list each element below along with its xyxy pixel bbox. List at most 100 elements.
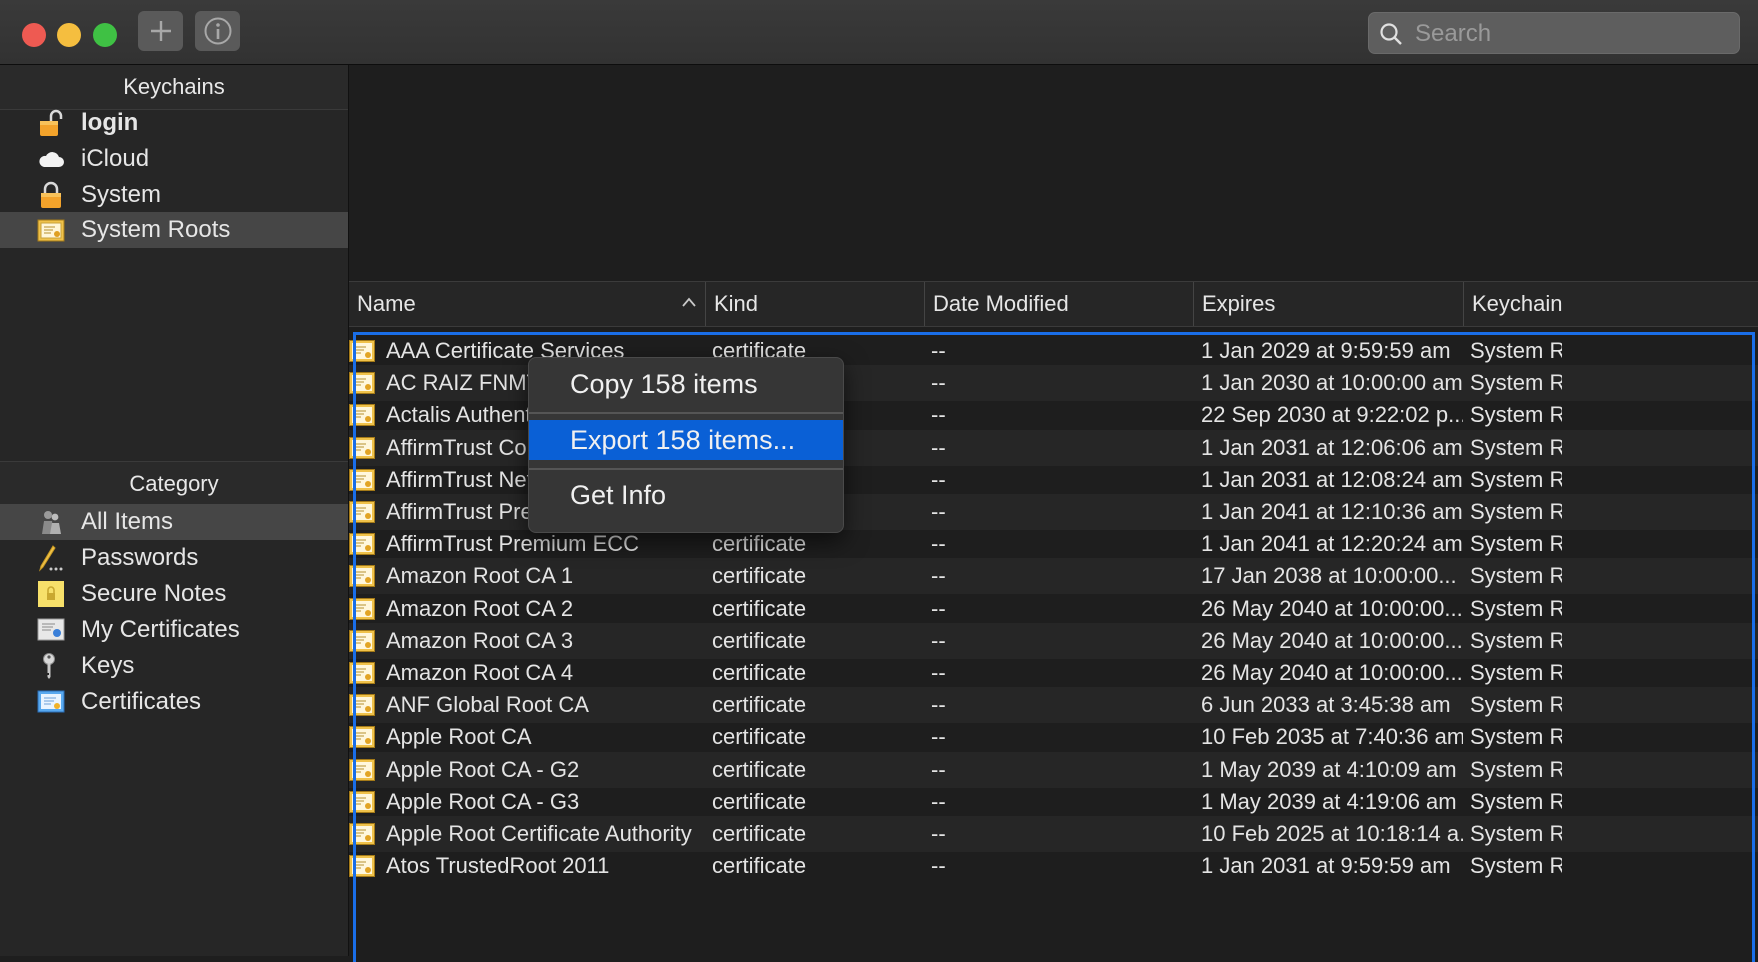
- context-menu: Copy 158 items Export 158 items... Get I…: [528, 357, 844, 533]
- search-field[interactable]: [1368, 12, 1740, 54]
- column-header-name[interactable]: Name: [349, 282, 706, 326]
- certificate-icon: [349, 629, 375, 652]
- cell-keychain: System Roots: [1470, 466, 1562, 492]
- keychain-label: iCloud: [81, 145, 150, 172]
- people-icon: [42, 511, 61, 534]
- info-icon: [204, 17, 231, 45]
- column-header-expires[interactable]: Expires: [1194, 282, 1464, 326]
- table-row[interactable]: Apple Root Certificate Authority certific…: [349, 816, 1758, 852]
- cell-keychain: System Roots: [1470, 338, 1562, 363]
- table-row[interactable]: Atos TrustedRoot 2011 certificate -- 1 Jan …: [349, 848, 1758, 884]
- menu-item-get-info[interactable]: Get Info: [529, 475, 843, 515]
- certificate-icon: [349, 404, 375, 427]
- cell-name: Atos TrustedRoot 2011: [386, 853, 610, 879]
- cell-expires: 1 Jan 2041 at 12:20:24 am: [1201, 531, 1463, 557]
- cell-name: Apple Root CA - G3: [386, 788, 580, 814]
- cell-date-modified: --: [931, 788, 946, 814]
- table-row[interactable]: Amazon Root CA 2 certificate -- 26 May 2040…: [349, 591, 1758, 627]
- pen-icon: [39, 545, 63, 572]
- table-row[interactable]: Amazon Root CA 1 certificate -- 17 Jan 2038…: [349, 558, 1758, 595]
- column-header-date-modified[interactable]: Date Modified: [925, 282, 1194, 326]
- keychain-item-icloud[interactable]: iCloud: [0, 141, 348, 177]
- category-item-secure-notes[interactable]: Secure Notes: [0, 576, 348, 612]
- category-label: My Certificates: [81, 616, 240, 643]
- category-item-passwords[interactable]: Passwords: [0, 540, 348, 576]
- plus-icon: [150, 21, 171, 41]
- category-label: Secure Notes: [81, 580, 227, 607]
- cell-keychain: System Roots: [1470, 434, 1562, 460]
- cell-name: Amazon Root CA 2: [386, 595, 574, 621]
- cell-expires: 17 Jan 2038 at 10:00:00...: [1201, 563, 1457, 589]
- get-info-button[interactable]: [195, 11, 240, 51]
- category-item-all-items[interactable]: All Items: [0, 504, 348, 540]
- cloud-icon: [39, 152, 64, 167]
- cell-kind: certificate: [712, 660, 807, 685]
- cell-date-modified: --: [931, 756, 946, 782]
- category-item-keys[interactable]: Keys: [0, 648, 348, 684]
- table-row[interactable]: Amazon Root CA 3 certificate -- 26 May 2040…: [349, 622, 1758, 659]
- cell-kind: certificate: [712, 563, 807, 589]
- table-row[interactable]: Apple Root CA - G3 certificate -- 1 May 203…: [349, 784, 1758, 820]
- category-label: All Items: [81, 508, 174, 535]
- menu-separator: [529, 412, 843, 414]
- certificate-icon: [349, 533, 375, 556]
- cell-date-modified: --: [931, 853, 946, 879]
- cell-kind: certificate: [712, 756, 807, 782]
- column-label: Name: [357, 291, 416, 316]
- category-item-my-certificates[interactable]: My Certificates: [0, 612, 348, 648]
- cell-keychain: System Roots: [1470, 756, 1562, 782]
- cell-expires: 1 Jan 2031 at 12:08:24 am: [1201, 466, 1463, 492]
- table-row[interactable]: Apple Root CA - G2 certificate -- 1 May 203…: [349, 751, 1758, 788]
- cell-date-modified: --: [931, 402, 946, 428]
- column-header-keychain[interactable]: Keychain: [1464, 282, 1758, 326]
- close-window-button[interactable]: [22, 23, 46, 47]
- cell-keychain: System Roots: [1470, 563, 1562, 589]
- menu-item-export[interactable]: Export 158 items...: [529, 420, 843, 460]
- cell-expires: 1 Jan 2031 at 12:06:06 am: [1201, 434, 1463, 460]
- cell-name: Apple Root Certificate Authority: [386, 821, 692, 846]
- menu-item-copy[interactable]: Copy 158 items: [529, 364, 843, 404]
- keychain-item-system[interactable]: System: [0, 177, 348, 213]
- cell-keychain: System Roots: [1470, 595, 1562, 621]
- cell-expires: 22 Sep 2030 at 9:22:02 p...: [1201, 402, 1463, 428]
- search-input[interactable]: [1413, 17, 1727, 51]
- cell-expires: 26 May 2040 at 10:00:00...: [1201, 660, 1463, 685]
- certificate-icon: [349, 468, 375, 491]
- cell-expires: 26 May 2040 at 10:00:00...: [1201, 627, 1463, 653]
- minimize-window-button[interactable]: [57, 23, 81, 47]
- cell-date-modified: --: [931, 466, 946, 492]
- cell-name: Apple Root CA - G2: [386, 756, 580, 782]
- cell-date-modified: --: [931, 370, 946, 396]
- category-label: Keys: [81, 652, 135, 679]
- certificate-icon: [349, 662, 375, 684]
- my-certificate-icon: [37, 618, 65, 641]
- category-header: Category: [0, 461, 348, 507]
- column-label: Keychain: [1472, 291, 1563, 316]
- table-row[interactable]: Amazon Root CA 4 certificate -- 26 May 2040…: [349, 655, 1758, 691]
- cell-date-modified: --: [931, 821, 946, 846]
- cell-name: Amazon Root CA 1: [386, 563, 574, 589]
- column-header-kind[interactable]: Kind: [706, 282, 925, 326]
- cell-kind: certificate: [712, 595, 807, 621]
- cell-name: Apple Root CA: [386, 724, 532, 750]
- category-item-certificates[interactable]: Certificates: [0, 684, 348, 720]
- certificate-icon: [349, 597, 375, 620]
- certificate-icon: [349, 790, 375, 813]
- table-row[interactable]: ANF Global Root CA certificate -- 6 Jun 203…: [349, 687, 1758, 724]
- keychain-item-system-roots[interactable]: System Roots: [0, 212, 348, 248]
- cell-expires: 6 Jun 2033 at 3:45:38 am: [1201, 692, 1451, 718]
- search-icon: [1380, 23, 1402, 45]
- cell-expires: 10 Feb 2025 at 10:18:14 a...: [1201, 821, 1463, 846]
- table-row[interactable]: Apple Root CA certificate -- 10 Feb 2035 at…: [349, 719, 1758, 755]
- zoom-window-button[interactable]: [93, 23, 117, 47]
- sort-ascending-icon: [682, 297, 696, 307]
- table-header: Name Kind Date Modified Expires Keychain: [349, 281, 1758, 327]
- keychain-label: login: [81, 109, 139, 136]
- cell-date-modified: --: [931, 627, 946, 653]
- column-label: Kind: [714, 291, 759, 316]
- keychain-item-login[interactable]: login: [0, 105, 348, 141]
- add-item-button[interactable]: [138, 11, 183, 51]
- menu-separator: [529, 468, 843, 470]
- column-label: Date Modified: [933, 291, 1069, 316]
- cell-kind: certificate: [712, 531, 807, 557]
